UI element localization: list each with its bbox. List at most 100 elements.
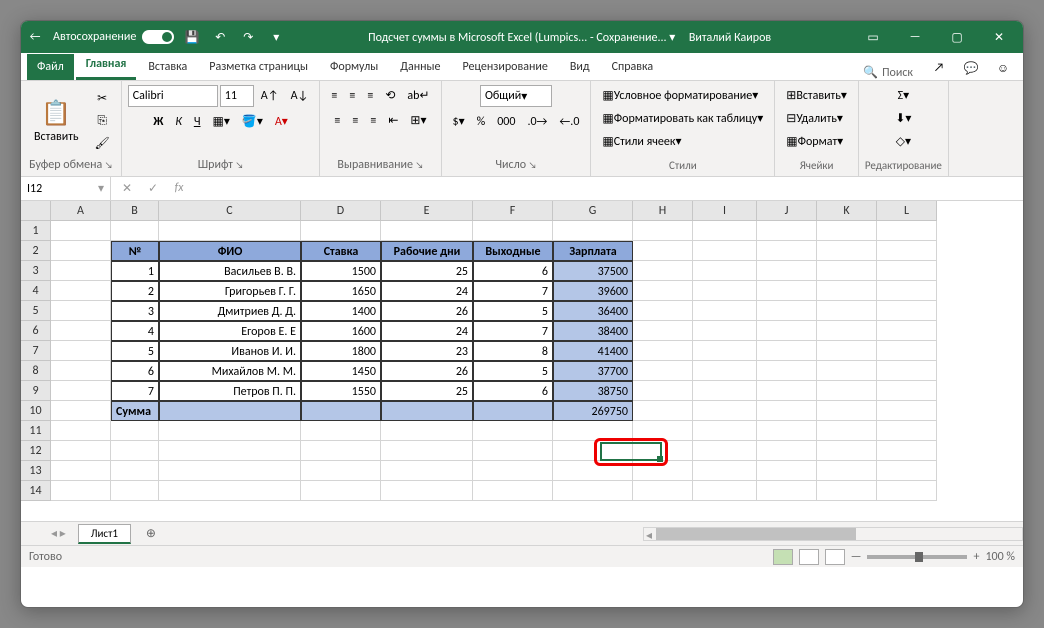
table-cell[interactable]: 1800 [301, 341, 381, 361]
empty-cell[interactable] [633, 401, 693, 421]
format-as-table-button[interactable]: ▦ Форматировать как таблицу ▾ [597, 108, 768, 129]
empty-cell[interactable] [633, 361, 693, 381]
table-cell[interactable]: Иванов И. И. [159, 341, 301, 361]
tab-formulas[interactable]: Формулы [320, 54, 388, 80]
empty-cell[interactable] [159, 481, 301, 501]
table-cell[interactable]: 6 [473, 261, 553, 281]
column-header[interactable]: J [757, 201, 817, 221]
align-bottom-icon[interactable]: ≡ [362, 86, 378, 106]
tab-home[interactable]: Главная [76, 51, 137, 80]
percent-icon[interactable]: % [472, 112, 491, 132]
row-header[interactable]: 1 [21, 221, 51, 241]
empty-cell[interactable] [693, 461, 757, 481]
empty-cell[interactable] [111, 461, 159, 481]
italic-button[interactable]: К [170, 112, 187, 132]
empty-cell[interactable] [757, 421, 817, 441]
column-header[interactable]: B [111, 201, 159, 221]
empty-cell[interactable] [553, 441, 633, 461]
launcher-icon[interactable]: ↘ [105, 160, 113, 171]
empty-cell[interactable] [111, 421, 159, 441]
column-header[interactable]: K [817, 201, 877, 221]
column-header[interactable]: D [301, 201, 381, 221]
empty-cell[interactable] [473, 421, 553, 441]
empty-cell[interactable] [757, 461, 817, 481]
empty-cell[interactable] [51, 461, 111, 481]
table-cell[interactable]: 4 [111, 321, 159, 341]
indent-dec-icon[interactable]: ⇤ [383, 110, 403, 131]
empty-cell[interactable] [877, 241, 937, 261]
empty-cell[interactable] [553, 421, 633, 441]
table-cell[interactable]: 5 [111, 341, 159, 361]
empty-cell[interactable] [633, 481, 693, 501]
search-box[interactable]: 🔍 Поиск [863, 65, 923, 80]
empty-cell[interactable] [817, 321, 877, 341]
empty-cell[interactable] [51, 261, 111, 281]
empty-cell[interactable] [51, 421, 111, 441]
qat-dropdown-icon[interactable]: ▾ [266, 30, 286, 45]
fill-color-button[interactable]: 🪣▾ [237, 111, 268, 132]
view-normal-icon[interactable] [773, 549, 793, 565]
empty-cell[interactable] [877, 361, 937, 381]
row-header[interactable]: 4 [21, 281, 51, 301]
empty-cell[interactable] [51, 361, 111, 381]
empty-cell[interactable] [51, 221, 111, 241]
align-middle-icon[interactable]: ≡ [344, 86, 360, 106]
empty-cell[interactable] [757, 321, 817, 341]
table-cell[interactable]: Григорьев Г. Г. [159, 281, 301, 301]
empty-cell[interactable] [877, 341, 937, 361]
save-icon[interactable]: 💾 [182, 30, 202, 45]
table-cell[interactable]: Михайлов М. М. [159, 361, 301, 381]
table-cell[interactable]: Дмитриев Д. Д. [159, 301, 301, 321]
dec-inc-icon[interactable]: .0→ [522, 112, 552, 132]
empty-cell[interactable] [693, 441, 757, 461]
font-color-button[interactable]: A▾ [270, 111, 293, 132]
emoji-button[interactable]: ☺ [989, 56, 1017, 80]
table-cell[interactable]: 8 [473, 341, 553, 361]
orientation-icon[interactable]: ⟲ [380, 85, 400, 106]
delete-cells-button[interactable]: ⊟ Удалить ▾ [781, 108, 848, 129]
table-cell[interactable]: Егоров Е. Е [159, 321, 301, 341]
table-cell[interactable]: 1450 [301, 361, 381, 381]
sheet-nav-icons[interactable]: ◂ ▸ [51, 526, 66, 541]
table-cell[interactable]: 7 [473, 321, 553, 341]
clear-icon[interactable]: ◇▾ [891, 131, 916, 152]
toggle-switch-icon[interactable] [142, 30, 174, 44]
empty-cell[interactable] [877, 301, 937, 321]
empty-cell[interactable] [693, 481, 757, 501]
launcher-icon[interactable]: ↘ [529, 160, 537, 171]
empty-cell[interactable] [817, 221, 877, 241]
worksheet-grid[interactable]: ABCDEFGHIJKL12№ФИОСтавкаРабочие дниВыход… [21, 201, 1023, 521]
table-cell[interactable]: 23 [381, 341, 473, 361]
merge-cells-icon[interactable]: ⊞▾ [405, 110, 431, 131]
cut-button[interactable]: ✂ [90, 88, 115, 109]
empty-cell[interactable] [877, 221, 937, 241]
empty-cell[interactable] [693, 321, 757, 341]
empty-cell[interactable] [693, 341, 757, 361]
empty-cell[interactable] [693, 421, 757, 441]
empty-cell[interactable] [877, 461, 937, 481]
table-cell[interactable]: Васильев В. В. [159, 261, 301, 281]
empty-cell[interactable] [633, 341, 693, 361]
copy-button[interactable]: ⎘ [90, 111, 115, 131]
empty-cell[interactable] [817, 401, 877, 421]
table-cell[interactable]: 25 [381, 381, 473, 401]
empty-cell[interactable] [553, 221, 633, 241]
row-header[interactable]: 3 [21, 261, 51, 281]
empty-cell[interactable] [817, 381, 877, 401]
row-header[interactable]: 2 [21, 241, 51, 261]
empty-cell[interactable] [553, 461, 633, 481]
row-header[interactable]: 9 [21, 381, 51, 401]
empty-cell[interactable] [51, 241, 111, 261]
borders-button[interactable]: ▦▾ [208, 111, 235, 132]
cancel-formula-icon[interactable]: ✕ [115, 181, 139, 196]
column-header[interactable]: F [473, 201, 553, 221]
name-box[interactable]: I12▾ [21, 177, 111, 200]
launcher-icon[interactable]: ↘ [416, 160, 424, 171]
tab-data[interactable]: Данные [390, 54, 450, 80]
sheet-tab[interactable]: Лист1 [78, 524, 131, 544]
align-left-icon[interactable]: ≡ [329, 111, 345, 131]
tab-layout[interactable]: Разметка страницы [199, 54, 318, 80]
table-cell[interactable]: 25 [381, 261, 473, 281]
table-cell[interactable]: Петров П. П. [159, 381, 301, 401]
dec-dec-icon[interactable]: ←.0 [554, 112, 584, 132]
